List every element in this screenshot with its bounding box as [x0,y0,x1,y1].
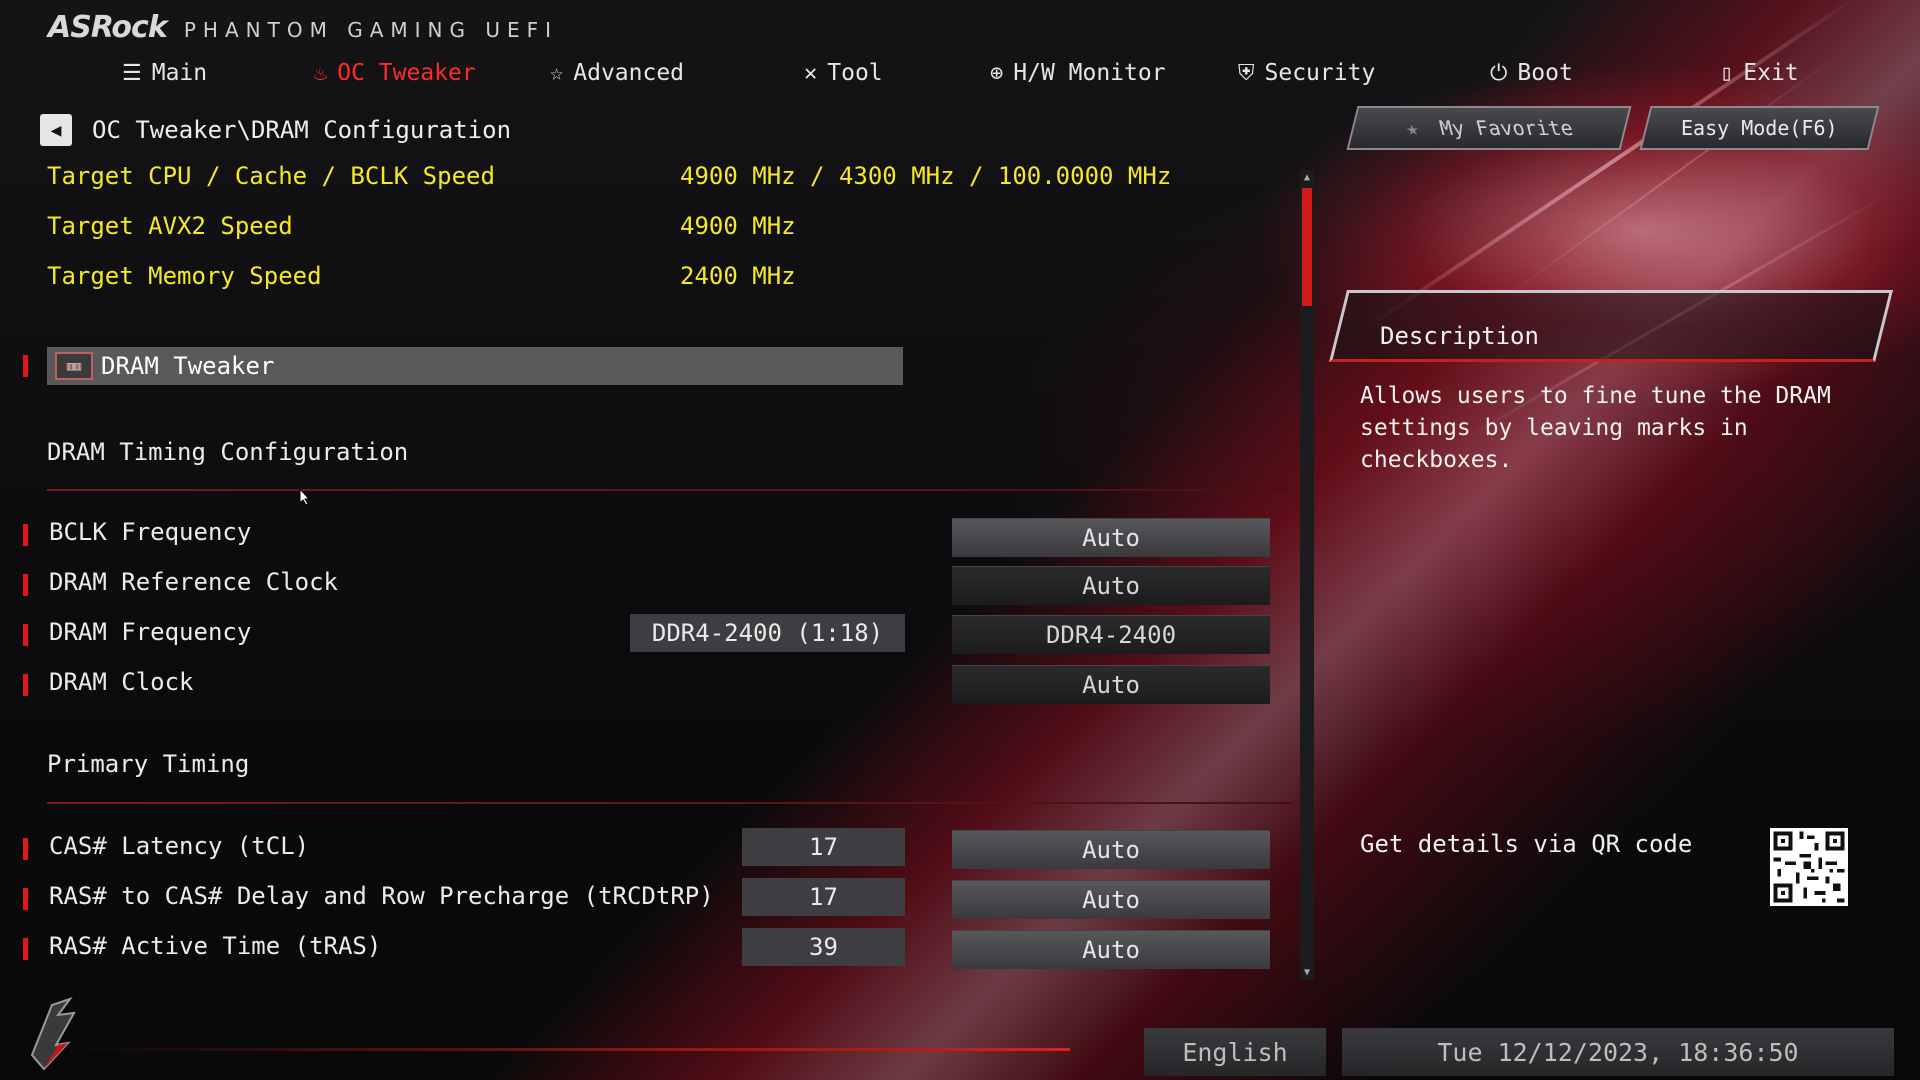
scroll-up-arrow-icon[interactable]: ▲ [1300,172,1314,183]
scroll-down-arrow-icon[interactable]: ▼ [1300,967,1314,978]
tab-exit[interactable]: ▯ Exit [1720,60,1799,86]
tab-main[interactable]: ☰ Main [122,60,207,86]
divider [47,802,1293,804]
setting-label: DRAM Frequency [49,618,252,646]
tab-label: Boot [1517,60,1573,86]
memory-chip-icon: ▥▥ [55,352,93,380]
tab-label: Exit [1743,60,1799,86]
flame-icon: ♨ [314,60,328,86]
setting-label: CAS# Latency (tCL) [49,832,310,860]
back-button[interactable]: ◀ [40,114,72,146]
current-value: 17 [742,828,905,866]
back-arrow-icon: ◀ [50,119,62,141]
current-value: DDR4-2400 (1:18) [630,614,905,652]
item-marker [23,938,28,960]
breadcrumb: ◀ OC Tweaker\DRAM Configuration [40,114,511,146]
divider [47,489,1293,491]
item-marker [23,574,28,596]
setting-select[interactable]: Auto [952,880,1270,919]
description-title: Description [1380,322,1539,350]
tab-label: OC Tweaker [337,60,476,86]
target-label: Target Memory Speed [47,262,322,290]
breadcrumb-path: OC Tweaker\DRAM Configuration [92,116,512,144]
tab-boot[interactable]: ⏻ Boot [1490,60,1573,86]
setting-label: DRAM Clock [49,668,194,696]
footer-accent-line [60,1048,1070,1051]
list-icon: ☰ [122,60,142,86]
setting-label: RAS# Active Time (tRAS) [49,932,382,960]
phantom-gaming-logo-icon [30,997,76,1071]
group-title: DRAM Timing Configuration [47,438,409,466]
my-favorite-label: My Favorite [1436,116,1576,140]
setting-label: DRAM Reference Clock [49,568,338,596]
tab-label: Security [1264,60,1376,86]
dram-tweaker-label: DRAM Tweaker [101,352,275,380]
item-marker [23,674,28,696]
easy-mode-button[interactable]: Easy Mode(F6) [1639,106,1880,150]
tab-oc-tweaker[interactable]: ♨ OC Tweaker [314,60,476,86]
tab-label: H/W Monitor [1013,60,1166,86]
tab-hw-monitor[interactable]: ⊕ H/W Monitor [990,60,1166,86]
target-value: 2400 MHz [680,262,796,290]
tab-security[interactable]: ⛨ Security [1238,60,1375,86]
target-label: Target CPU / Cache / BCLK Speed [47,162,495,190]
top-nav: ☰ Main ♨ OC Tweaker ☆ Advanced ✕ Tool ⊕ … [0,50,1920,100]
setting-label: RAS# to CAS# Delay and Row Precharge (tR… [49,882,714,910]
target-value: 4900 MHz [680,212,796,240]
item-marker [23,355,28,377]
star-icon: ★ [1402,116,1421,140]
tab-tool[interactable]: ✕ Tool [804,60,883,86]
target-label: Target AVX2 Speed [47,212,293,240]
qr-caption: Get details via QR code [1360,830,1693,858]
crosshair-icon: ⊕ [990,60,1004,86]
scrollbar-thumb[interactable] [1302,188,1312,306]
item-marker [23,624,28,646]
exit-door-icon: ▯ [1720,60,1734,86]
item-marker [23,838,28,860]
current-value: 17 [742,878,905,916]
tab-advanced[interactable]: ☆ Advanced [550,60,684,86]
item-marker [23,524,28,546]
language-button[interactable]: English [1144,1028,1326,1076]
setting-select[interactable]: DDR4-2400 [952,615,1270,654]
scrollbar[interactable]: ▲ ▼ [1300,170,1314,980]
mouse-cursor-icon [299,488,311,506]
tab-label: Main [151,60,208,86]
star-icon: ☆ [550,60,564,86]
tools-icon: ✕ [804,60,818,86]
brand-subtitle: PHANTOM GAMING UEFI [183,18,559,42]
shield-icon: ⛨ [1238,60,1255,86]
datetime-display: Tue 12/12/2023, 18:36:50 [1342,1028,1894,1076]
easy-mode-label: Easy Mode(F6) [1681,116,1838,140]
asrock-logo: ASRock [48,10,168,45]
setting-select[interactable]: Auto [952,566,1270,605]
setting-select[interactable]: Auto [952,665,1270,704]
setting-select[interactable]: Auto [952,518,1270,557]
description-text: Allows users to fine tune the DRAM setti… [1360,383,1831,473]
power-icon: ⏻ [1490,60,1508,86]
tab-label: Tool [827,60,883,86]
dram-tweaker-item[interactable]: ▥▥ DRAM Tweaker [47,347,903,385]
setting-select[interactable]: Auto [952,930,1270,969]
group-title: Primary Timing [47,750,250,778]
target-value: 4900 MHz / 4300 MHz / 100.0000 MHz [680,162,1172,190]
setting-select[interactable]: Auto [952,830,1270,869]
tab-label: Advanced [573,60,685,86]
setting-label: BCLK Frequency [49,518,252,546]
item-marker [23,888,28,910]
brand-header: ASRock PHANTOM GAMING UEFI [48,10,558,45]
my-favorite-button[interactable]: ★ My Favorite [1346,106,1632,150]
qr-code-icon [1770,828,1848,906]
current-value: 39 [742,928,905,966]
